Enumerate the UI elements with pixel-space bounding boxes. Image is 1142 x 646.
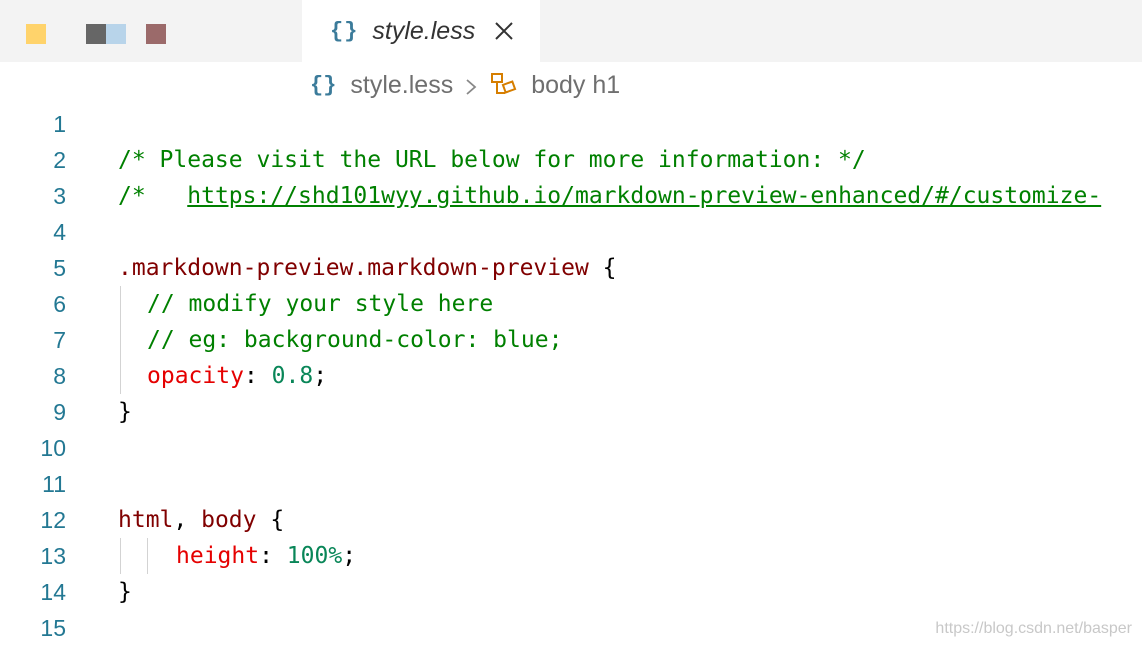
declaration: opacity: 0.8; — [147, 358, 327, 394]
line-number: 13 — [40, 543, 66, 569]
code-line: 4 — [0, 214, 1142, 250]
line-number: 10 — [40, 435, 66, 461]
code-line: 10 — [0, 430, 1142, 466]
semicolon: ; — [313, 363, 328, 389]
tab-label: style.less — [372, 16, 476, 45]
css-selector-icon — [489, 71, 519, 99]
line-number: 1 — [53, 111, 66, 137]
selector: html — [118, 507, 174, 533]
code-editor[interactable]: 1 2 /* Please visit the URL below for mo… — [0, 106, 1142, 646]
chevron-right-icon — [463, 75, 479, 95]
brace: } — [118, 399, 132, 425]
selector: body — [201, 507, 257, 533]
code-line: 1 — [0, 106, 1142, 142]
code-line: 11 — [0, 466, 1142, 502]
code-line: 2 /* Please visit the URL below for more… — [0, 142, 1142, 178]
watermark: https://blog.csdn.net/basper — [935, 620, 1132, 637]
tab-color-icon[interactable] — [146, 24, 166, 44]
line-number: 9 — [53, 399, 66, 425]
split-editor-icon[interactable] — [86, 24, 126, 44]
line-number: 14 — [40, 579, 66, 605]
line-number: 5 — [53, 255, 66, 281]
code-line: 9 } — [0, 394, 1142, 430]
colon: : — [259, 543, 287, 569]
close-icon[interactable] — [493, 20, 515, 42]
comma: , — [173, 507, 202, 533]
line-number: 11 — [42, 471, 66, 497]
code-line: 7 // eg: background-color: blue; — [0, 322, 1142, 358]
folder-icon[interactable] — [26, 24, 46, 44]
declaration: height: 100%; — [176, 538, 356, 574]
comment-url-line: /* https://shd101wyy.github.io/markdown-… — [118, 178, 1101, 214]
comment: // modify your style here — [147, 291, 494, 317]
code-line: 8 opacity: 0.8; — [0, 358, 1142, 394]
comment: /* Please visit the URL below for more i… — [118, 147, 866, 173]
code-line: 12 html, body { — [0, 502, 1142, 538]
value: 100% — [286, 543, 343, 569]
code-line: 14 } — [0, 574, 1142, 610]
line-number: 4 — [53, 219, 66, 245]
property: opacity — [147, 363, 244, 389]
braces-file-icon: {} — [310, 72, 337, 98]
brace: { — [256, 507, 285, 533]
tab-bar: {} style.less — [0, 0, 1142, 62]
brace: } — [118, 579, 132, 605]
breadcrumb: {} style.less body h1 — [310, 66, 620, 104]
brace: { — [588, 255, 617, 281]
value: 0.8 — [271, 363, 314, 389]
line-number: 8 — [53, 363, 66, 389]
line-number: 7 — [53, 327, 66, 353]
line-number: 2 — [53, 147, 66, 173]
semicolon: ; — [342, 543, 357, 569]
breadcrumb-symbol[interactable]: body h1 — [531, 71, 620, 100]
code-line: 6 // modify your style here — [0, 286, 1142, 322]
colon: : — [243, 363, 272, 389]
code-line: 3 /* https://shd101wyy.github.io/markdow… — [0, 178, 1142, 214]
code-line: 13 height: 100%; — [0, 538, 1142, 574]
breadcrumb-file[interactable]: style.less — [350, 71, 453, 100]
line-number: 12 — [40, 507, 66, 533]
selector-line: .markdown-preview.markdown-preview { — [118, 250, 617, 286]
braces-file-icon: {} — [330, 18, 359, 44]
comment: // eg: background-color: blue; — [147, 327, 563, 353]
line-number: 6 — [53, 291, 66, 317]
tab-style-less[interactable]: {} style.less — [302, 0, 540, 62]
line-number: 3 — [53, 183, 66, 209]
code-line: 5 .markdown-preview.markdown-preview { — [0, 250, 1142, 286]
selector: .markdown-preview.markdown-preview — [118, 255, 589, 281]
url-link[interactable]: https://shd101wyy.github.io/markdown-pre… — [187, 183, 1101, 209]
line-number: 15 — [40, 615, 66, 641]
comment: /* — [118, 183, 188, 209]
property: height — [176, 543, 260, 569]
selector-line: html, body { — [118, 502, 284, 538]
